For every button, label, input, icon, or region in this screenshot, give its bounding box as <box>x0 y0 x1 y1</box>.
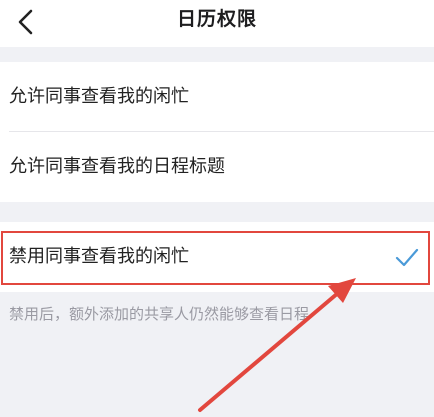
top-bar: 日历权限 <box>0 0 434 47</box>
page-title: 日历权限 <box>176 8 257 30</box>
option-allow-view-busy[interactable]: 允许同事查看我的闲忙 <box>0 62 434 132</box>
option-label: 允许同事查看我的日程标题 <box>9 156 225 177</box>
footnote-text: 禁用后，额外添加的共享人仍然能够查看日程 <box>9 305 310 323</box>
permission-options-group: 允许同事查看我的闲忙 允许同事查看我的日程标题 <box>0 62 434 202</box>
option-label: 禁用同事查看我的闲忙 <box>9 246 189 267</box>
option-disable-view-busy[interactable]: 禁用同事查看我的闲忙 <box>0 222 434 292</box>
option-allow-view-titles[interactable]: 允许同事查看我的日程标题 <box>0 132 434 202</box>
option-label: 允许同事查看我的闲忙 <box>9 86 189 107</box>
disable-option-group: 禁用同事查看我的闲忙 <box>0 222 434 292</box>
checkmark-icon <box>395 248 419 267</box>
